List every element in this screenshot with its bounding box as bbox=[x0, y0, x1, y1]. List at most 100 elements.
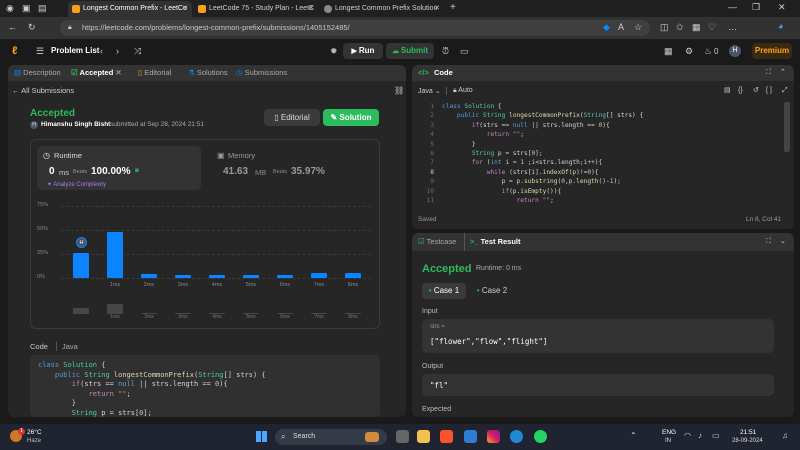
chart-bar[interactable] bbox=[141, 274, 157, 278]
tab-testcase[interactable]: ☑ Testcase bbox=[418, 233, 456, 251]
whatsapp-icon[interactable] bbox=[534, 430, 547, 443]
tab-test-result[interactable]: >_ Test Result bbox=[464, 233, 521, 251]
next-problem-icon[interactable]: › bbox=[116, 47, 119, 56]
chart-bar[interactable] bbox=[345, 273, 361, 278]
case-1-tab[interactable]: • Case 1 bbox=[422, 283, 466, 299]
reset-icon[interactable]: ↺ bbox=[753, 87, 759, 94]
problem-list-icon[interactable]: ☰ bbox=[36, 47, 44, 56]
split-screen-icon[interactable]: ◫ bbox=[660, 23, 669, 32]
fullscreen-icon[interactable]: ⤢ bbox=[782, 87, 788, 94]
notification-bell-icon[interactable]: ♫ bbox=[782, 431, 788, 440]
submit-button[interactable]: ☁ Submit bbox=[386, 43, 434, 59]
auto-mode[interactable]: 🔒︎ Auto bbox=[446, 87, 473, 95]
all-submissions-link[interactable]: ← All Submissions bbox=[12, 86, 74, 95]
edge-icon[interactable] bbox=[510, 430, 523, 443]
close-tab-icon[interactable]: ✕ bbox=[308, 1, 314, 17]
lang-indicator-top[interactable]: ENG bbox=[662, 429, 676, 436]
chart-bar[interactable] bbox=[243, 275, 259, 278]
premium-button[interactable]: Premium bbox=[752, 43, 792, 59]
refresh-icon[interactable]: ↻ bbox=[28, 23, 36, 32]
streak-icon[interactable]: ♨ bbox=[704, 47, 712, 56]
solution-button[interactable]: ✎ Solution bbox=[323, 109, 379, 126]
submitter-name[interactable]: Himanshu Singh Bisht bbox=[41, 121, 110, 128]
battery-icon[interactable]: ▭ bbox=[712, 431, 720, 440]
close-tab-icon[interactable]: ✕ bbox=[115, 68, 121, 77]
maximize-icon[interactable]: ❐ bbox=[752, 3, 760, 12]
instagram-icon[interactable] bbox=[487, 430, 500, 443]
format-icon[interactable]: {} bbox=[738, 87, 743, 94]
windows-start-icon[interactable] bbox=[256, 431, 267, 442]
settings-menu-icon[interactable]: … bbox=[728, 23, 737, 32]
timer-icon[interactable]: ⏰︎ bbox=[442, 47, 449, 56]
maximize-panel-icon[interactable]: ⛶ bbox=[766, 69, 771, 76]
chart-bar[interactable] bbox=[73, 253, 89, 278]
share-link-icon[interactable]: ⛓ bbox=[394, 87, 404, 95]
leetcode-logo-icon[interactable]: ℓ bbox=[12, 45, 22, 57]
back-icon[interactable]: ← bbox=[8, 23, 17, 32]
tab-actions-icon[interactable]: ▣ bbox=[22, 4, 31, 13]
your-runtime-marker[interactable]: H bbox=[76, 237, 87, 249]
tab-submissions[interactable]: ◷ Submissions bbox=[236, 65, 287, 81]
layout-icon[interactable]: ▦ bbox=[664, 47, 673, 56]
editor-code[interactable]: class Solution { public String longestCo… bbox=[442, 102, 782, 204]
collapse-panel-icon[interactable]: ⌃ bbox=[780, 69, 786, 76]
close-tab-icon[interactable]: ✕ bbox=[182, 1, 188, 17]
tab-editorial[interactable]: ▯ Editorial bbox=[138, 65, 171, 81]
task-view-icon[interactable] bbox=[396, 430, 409, 443]
runtime-box[interactable]: ◷ Runtime 0 ms Beats 100.00% ◙ ✦ Analyze… bbox=[37, 146, 201, 190]
brave-icon[interactable] bbox=[440, 430, 453, 443]
url-field[interactable]: 🔒︎ https://leetcode.com/problems/longest… bbox=[60, 20, 650, 36]
shuffle-icon[interactable]: ⤨ bbox=[134, 47, 141, 56]
vscode-icon[interactable] bbox=[464, 430, 477, 443]
new-tab-icon[interactable]: + bbox=[450, 3, 456, 13]
read-aloud-icon[interactable]: A bbox=[618, 23, 624, 32]
editorial-button[interactable]: ▯ Editorial bbox=[264, 109, 320, 126]
chart-bar[interactable] bbox=[277, 275, 293, 278]
performance-icon[interactable]: ♡ bbox=[708, 23, 716, 32]
chart-bar[interactable] bbox=[209, 275, 225, 278]
close-window-icon[interactable]: ✕ bbox=[778, 3, 786, 12]
language-select[interactable]: Java ⌄ bbox=[418, 87, 441, 95]
profile-icon[interactable]: ◉ bbox=[6, 4, 14, 13]
prev-problem-icon[interactable]: ‹ bbox=[100, 47, 103, 56]
taskbar-search[interactable]: ⌕ Search bbox=[275, 429, 387, 445]
tab-solutions[interactable]: ⚗ Solutions bbox=[188, 65, 228, 81]
weather-temp[interactable]: 26°C bbox=[27, 429, 42, 436]
copilot-icon[interactable]: ◕ bbox=[778, 22, 783, 31]
analyze-complexity-link[interactable]: ✦ Analyze Complexity bbox=[47, 181, 106, 188]
tab-longest-common-prefix[interactable]: Longest Common Prefix - LeetCo ✕ bbox=[68, 1, 192, 17]
minimize-icon[interactable]: — bbox=[728, 3, 737, 12]
bookmark-icon[interactable]: ▤ bbox=[724, 87, 731, 94]
editor-scrollbar[interactable] bbox=[784, 102, 790, 152]
vertical-tabs-icon[interactable]: ▤ bbox=[38, 4, 47, 13]
collapse-panel-icon[interactable]: ⌄ bbox=[780, 238, 786, 245]
maximize-panel-icon[interactable]: ⛶ bbox=[766, 238, 771, 245]
settings-icon[interactable]: ⚙ bbox=[685, 47, 693, 56]
wifi-icon[interactable]: ◠ bbox=[684, 431, 691, 440]
extension-icon[interactable]: ◆ bbox=[603, 23, 610, 32]
tab-accepted[interactable]: ☑ Accepted ✕ bbox=[71, 65, 122, 81]
volume-icon[interactable]: ♪ bbox=[698, 431, 702, 440]
favorites-icon[interactable]: ✩ bbox=[676, 23, 684, 32]
case-2-tab[interactable]: • Case 2 bbox=[470, 283, 514, 299]
chart-bar[interactable] bbox=[107, 231, 123, 278]
chart-bar[interactable] bbox=[311, 273, 327, 278]
tab-solution[interactable]: Longest Common Prefix Solution ✕ bbox=[320, 1, 444, 17]
memory-box[interactable]: ▣ Memory 41.63 MB Beats 35.97% bbox=[211, 146, 375, 190]
notes-icon[interactable]: ▭ bbox=[460, 47, 469, 56]
tab-study-plan[interactable]: LeetCode 75 - Study Plan - LeetC ✕ bbox=[194, 1, 318, 17]
clock-time[interactable]: 21:51 bbox=[740, 429, 756, 436]
file-explorer-icon[interactable] bbox=[417, 430, 430, 443]
problem-list-link[interactable]: Problem List bbox=[51, 46, 99, 55]
chart-bar[interactable] bbox=[175, 275, 191, 278]
close-tab-icon[interactable]: ✕ bbox=[434, 1, 440, 17]
debug-icon[interactable]: ✹ bbox=[330, 47, 338, 56]
tab-description[interactable]: ▤ Description bbox=[14, 65, 61, 81]
run-button[interactable]: ▶ Run bbox=[343, 43, 383, 59]
favorite-icon[interactable]: ☆ bbox=[634, 23, 642, 32]
collections-icon[interactable]: ▦ bbox=[692, 23, 701, 32]
user-avatar[interactable]: H bbox=[30, 121, 38, 129]
tray-chevron-icon[interactable]: ⌃ bbox=[630, 431, 637, 440]
braces-icon[interactable]: [ ] bbox=[766, 87, 772, 94]
avatar[interactable]: H bbox=[729, 45, 741, 57]
